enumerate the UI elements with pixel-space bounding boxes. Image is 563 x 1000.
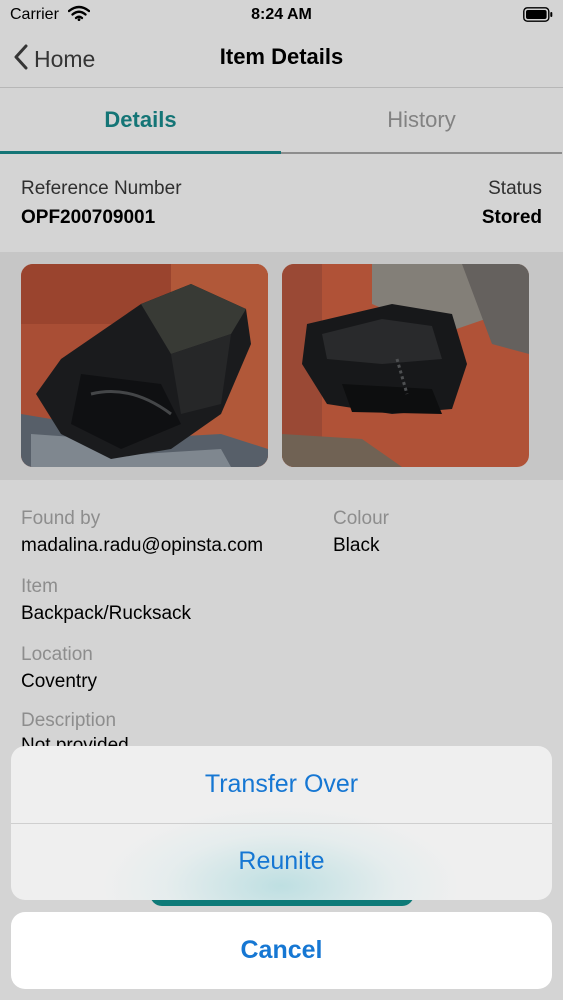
reunite-button[interactable]: Reunite	[11, 823, 552, 900]
action-sheet: Transfer Over Reunite	[11, 746, 552, 900]
transfer-over-button[interactable]: Transfer Over	[11, 746, 552, 824]
cancel-button[interactable]: Cancel	[11, 912, 552, 989]
